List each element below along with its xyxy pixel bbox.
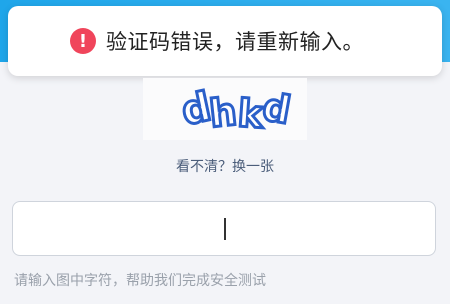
toast-message: 验证码错误，请重新输入。: [106, 30, 364, 54]
text-cursor: [224, 218, 226, 240]
captcha-graphic: d h k d: [176, 82, 295, 138]
captcha-image[interactable]: d h k d: [143, 78, 307, 140]
captcha-input[interactable]: [12, 201, 436, 256]
captcha-char-d2: d: [259, 85, 293, 133]
captcha-char-h: h: [207, 89, 239, 136]
error-toast: ! 验证码错误，请重新输入。: [8, 6, 442, 76]
refresh-captcha-link[interactable]: 看不清？换一张: [0, 156, 450, 176]
exclamation-icon: !: [70, 28, 96, 54]
input-hint: 请输入图中字符，帮助我们完成安全测试: [14, 273, 266, 289]
